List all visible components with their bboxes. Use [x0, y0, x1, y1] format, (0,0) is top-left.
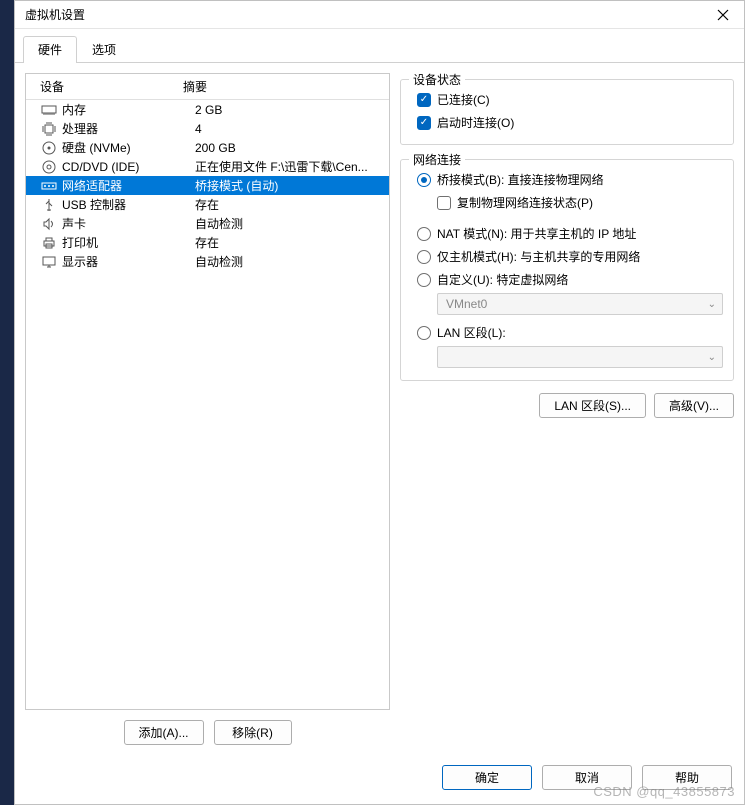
- device-status-group: 设备状态 ✓ 已连接(C) ✓ 启动时连接(O): [400, 79, 734, 145]
- column-header-summary[interactable]: 摘要: [181, 78, 389, 95]
- radio-hostonly[interactable]: 仅主机模式(H): 与主机共享的专用网络: [411, 245, 723, 268]
- replicate-label: 复制物理网络连接状态(P): [457, 194, 593, 211]
- window-title: 虚拟机设置: [25, 6, 85, 23]
- device-row[interactable]: 打印机存在: [26, 233, 389, 252]
- lan-segment-select[interactable]: ⌄: [437, 346, 723, 368]
- radio-nat[interactable]: NAT 模式(N): 用于共享主机的 IP 地址: [411, 222, 723, 245]
- ok-button[interactable]: 确定: [442, 765, 532, 790]
- device-summary: 存在: [195, 196, 389, 213]
- device-row[interactable]: 网络适配器桥接模式 (自动): [26, 176, 389, 195]
- radio-bridged-label: 桥接模式(B): 直接连接物理网络: [437, 171, 604, 188]
- display-icon: [40, 254, 58, 270]
- device-row[interactable]: 声卡自动检测: [26, 214, 389, 233]
- device-summary: 200 GB: [195, 141, 389, 155]
- titlebar: 虚拟机设置: [15, 1, 744, 29]
- device-name: 显示器: [62, 253, 195, 270]
- device-row[interactable]: 处理器4: [26, 119, 389, 138]
- cpu-icon: [40, 121, 58, 137]
- device-name: USB 控制器: [62, 196, 195, 213]
- device-summary: 桥接模式 (自动): [195, 177, 389, 194]
- remove-button[interactable]: 移除(R): [214, 720, 292, 745]
- settings-dialog: 虚拟机设置 硬件 选项 设备 摘要 内存2 GB处理器4硬盘 (NVMe)200…: [14, 0, 745, 805]
- radio-icon: [417, 173, 431, 187]
- device-row[interactable]: 硬盘 (NVMe)200 GB: [26, 138, 389, 157]
- cancel-button[interactable]: 取消: [542, 765, 632, 790]
- column-header-device[interactable]: 设备: [26, 78, 181, 95]
- tab-hardware[interactable]: 硬件: [23, 36, 77, 63]
- device-name: CD/DVD (IDE): [62, 160, 195, 174]
- right-buttons: LAN 区段(S)... 高级(V)...: [400, 393, 734, 418]
- network-connection-legend: 网络连接: [409, 151, 465, 168]
- replicate-checkbox[interactable]: ✓ 复制物理网络连接状态(P): [411, 191, 723, 214]
- device-status-legend: 设备状态: [409, 71, 465, 88]
- left-pane: 设备 摘要 内存2 GB处理器4硬盘 (NVMe)200 GBCD/DVD (I…: [25, 73, 390, 749]
- radio-bridged[interactable]: 桥接模式(B): 直接连接物理网络: [411, 168, 723, 191]
- checkbox-icon: ✓: [437, 196, 451, 210]
- add-button[interactable]: 添加(A)...: [124, 720, 204, 745]
- device-name: 硬盘 (NVMe): [62, 139, 195, 156]
- device-summary: 2 GB: [195, 103, 389, 117]
- device-row[interactable]: 内存2 GB: [26, 100, 389, 119]
- connected-label: 已连接(C): [437, 91, 490, 108]
- network-icon: [40, 178, 58, 194]
- lan-segments-button[interactable]: LAN 区段(S)...: [539, 393, 646, 418]
- device-summary: 自动检测: [195, 253, 389, 270]
- chevron-down-icon: ⌄: [708, 299, 716, 310]
- close-icon: [717, 9, 729, 21]
- connect-at-poweron-checkbox[interactable]: ✓ 启动时连接(O): [411, 111, 723, 134]
- radio-lan-segment[interactable]: LAN 区段(L):: [411, 321, 723, 344]
- radio-hostonly-label: 仅主机模式(H): 与主机共享的专用网络: [437, 248, 640, 265]
- device-list-header: 设备 摘要: [26, 74, 389, 100]
- radio-icon: [417, 250, 431, 264]
- device-summary: 4: [195, 122, 389, 136]
- left-buttons: 添加(A)... 移除(R): [25, 710, 390, 749]
- tab-options[interactable]: 选项: [77, 36, 131, 63]
- memory-icon: [40, 102, 58, 118]
- device-name: 打印机: [62, 234, 195, 251]
- radio-custom-label: 自定义(U): 特定虚拟网络: [437, 271, 568, 288]
- connect-at-poweron-label: 启动时连接(O): [437, 114, 514, 131]
- lan-segment-row: ⌄: [411, 344, 723, 370]
- advanced-button[interactable]: 高级(V)...: [654, 393, 734, 418]
- network-connection-group: 网络连接 桥接模式(B): 直接连接物理网络 ✓ 复制物理网络连接状态(P) N…: [400, 159, 734, 381]
- radio-icon: [417, 326, 431, 340]
- help-button[interactable]: 帮助: [642, 765, 732, 790]
- device-list[interactable]: 内存2 GB处理器4硬盘 (NVMe)200 GBCD/DVD (IDE)正在使…: [26, 100, 389, 709]
- device-list-wrap: 设备 摘要 内存2 GB处理器4硬盘 (NVMe)200 GBCD/DVD (I…: [25, 73, 390, 710]
- device-name: 网络适配器: [62, 177, 195, 194]
- device-name: 处理器: [62, 120, 195, 137]
- sound-icon: [40, 216, 58, 232]
- radio-icon: [417, 227, 431, 241]
- disk-icon: [40, 140, 58, 156]
- connected-checkbox[interactable]: ✓ 已连接(C): [411, 88, 723, 111]
- device-summary: 正在使用文件 F:\迅雷下载\Cen...: [195, 158, 389, 175]
- device-name: 内存: [62, 101, 195, 118]
- content: 设备 摘要 内存2 GB处理器4硬盘 (NVMe)200 GBCD/DVD (I…: [15, 63, 744, 757]
- usb-icon: [40, 197, 58, 213]
- device-row[interactable]: USB 控制器存在: [26, 195, 389, 214]
- chevron-down-icon: ⌄: [708, 352, 716, 363]
- radio-icon: [417, 273, 431, 287]
- device-row[interactable]: CD/DVD (IDE)正在使用文件 F:\迅雷下载\Cen...: [26, 157, 389, 176]
- device-name: 声卡: [62, 215, 195, 232]
- custom-network-value: VMnet0: [446, 297, 487, 311]
- device-summary: 自动检测: [195, 215, 389, 232]
- cd-icon: [40, 159, 58, 175]
- tabstrip: 硬件 选项: [15, 29, 744, 63]
- printer-icon: [40, 235, 58, 251]
- right-pane: 设备状态 ✓ 已连接(C) ✓ 启动时连接(O) 网络连接 桥接模式(B): 直…: [400, 73, 734, 749]
- radio-custom[interactable]: 自定义(U): 特定虚拟网络: [411, 268, 723, 291]
- checkbox-icon: ✓: [417, 116, 431, 130]
- device-summary: 存在: [195, 234, 389, 251]
- close-button[interactable]: [708, 4, 738, 26]
- custom-network-row: VMnet0 ⌄: [411, 291, 723, 317]
- checkbox-icon: ✓: [417, 93, 431, 107]
- radio-lan-segment-label: LAN 区段(L):: [437, 324, 506, 341]
- radio-nat-label: NAT 模式(N): 用于共享主机的 IP 地址: [437, 225, 636, 242]
- device-row[interactable]: 显示器自动检测: [26, 252, 389, 271]
- dialog-footer: 确定 取消 帮助: [15, 757, 744, 804]
- custom-network-select[interactable]: VMnet0 ⌄: [437, 293, 723, 315]
